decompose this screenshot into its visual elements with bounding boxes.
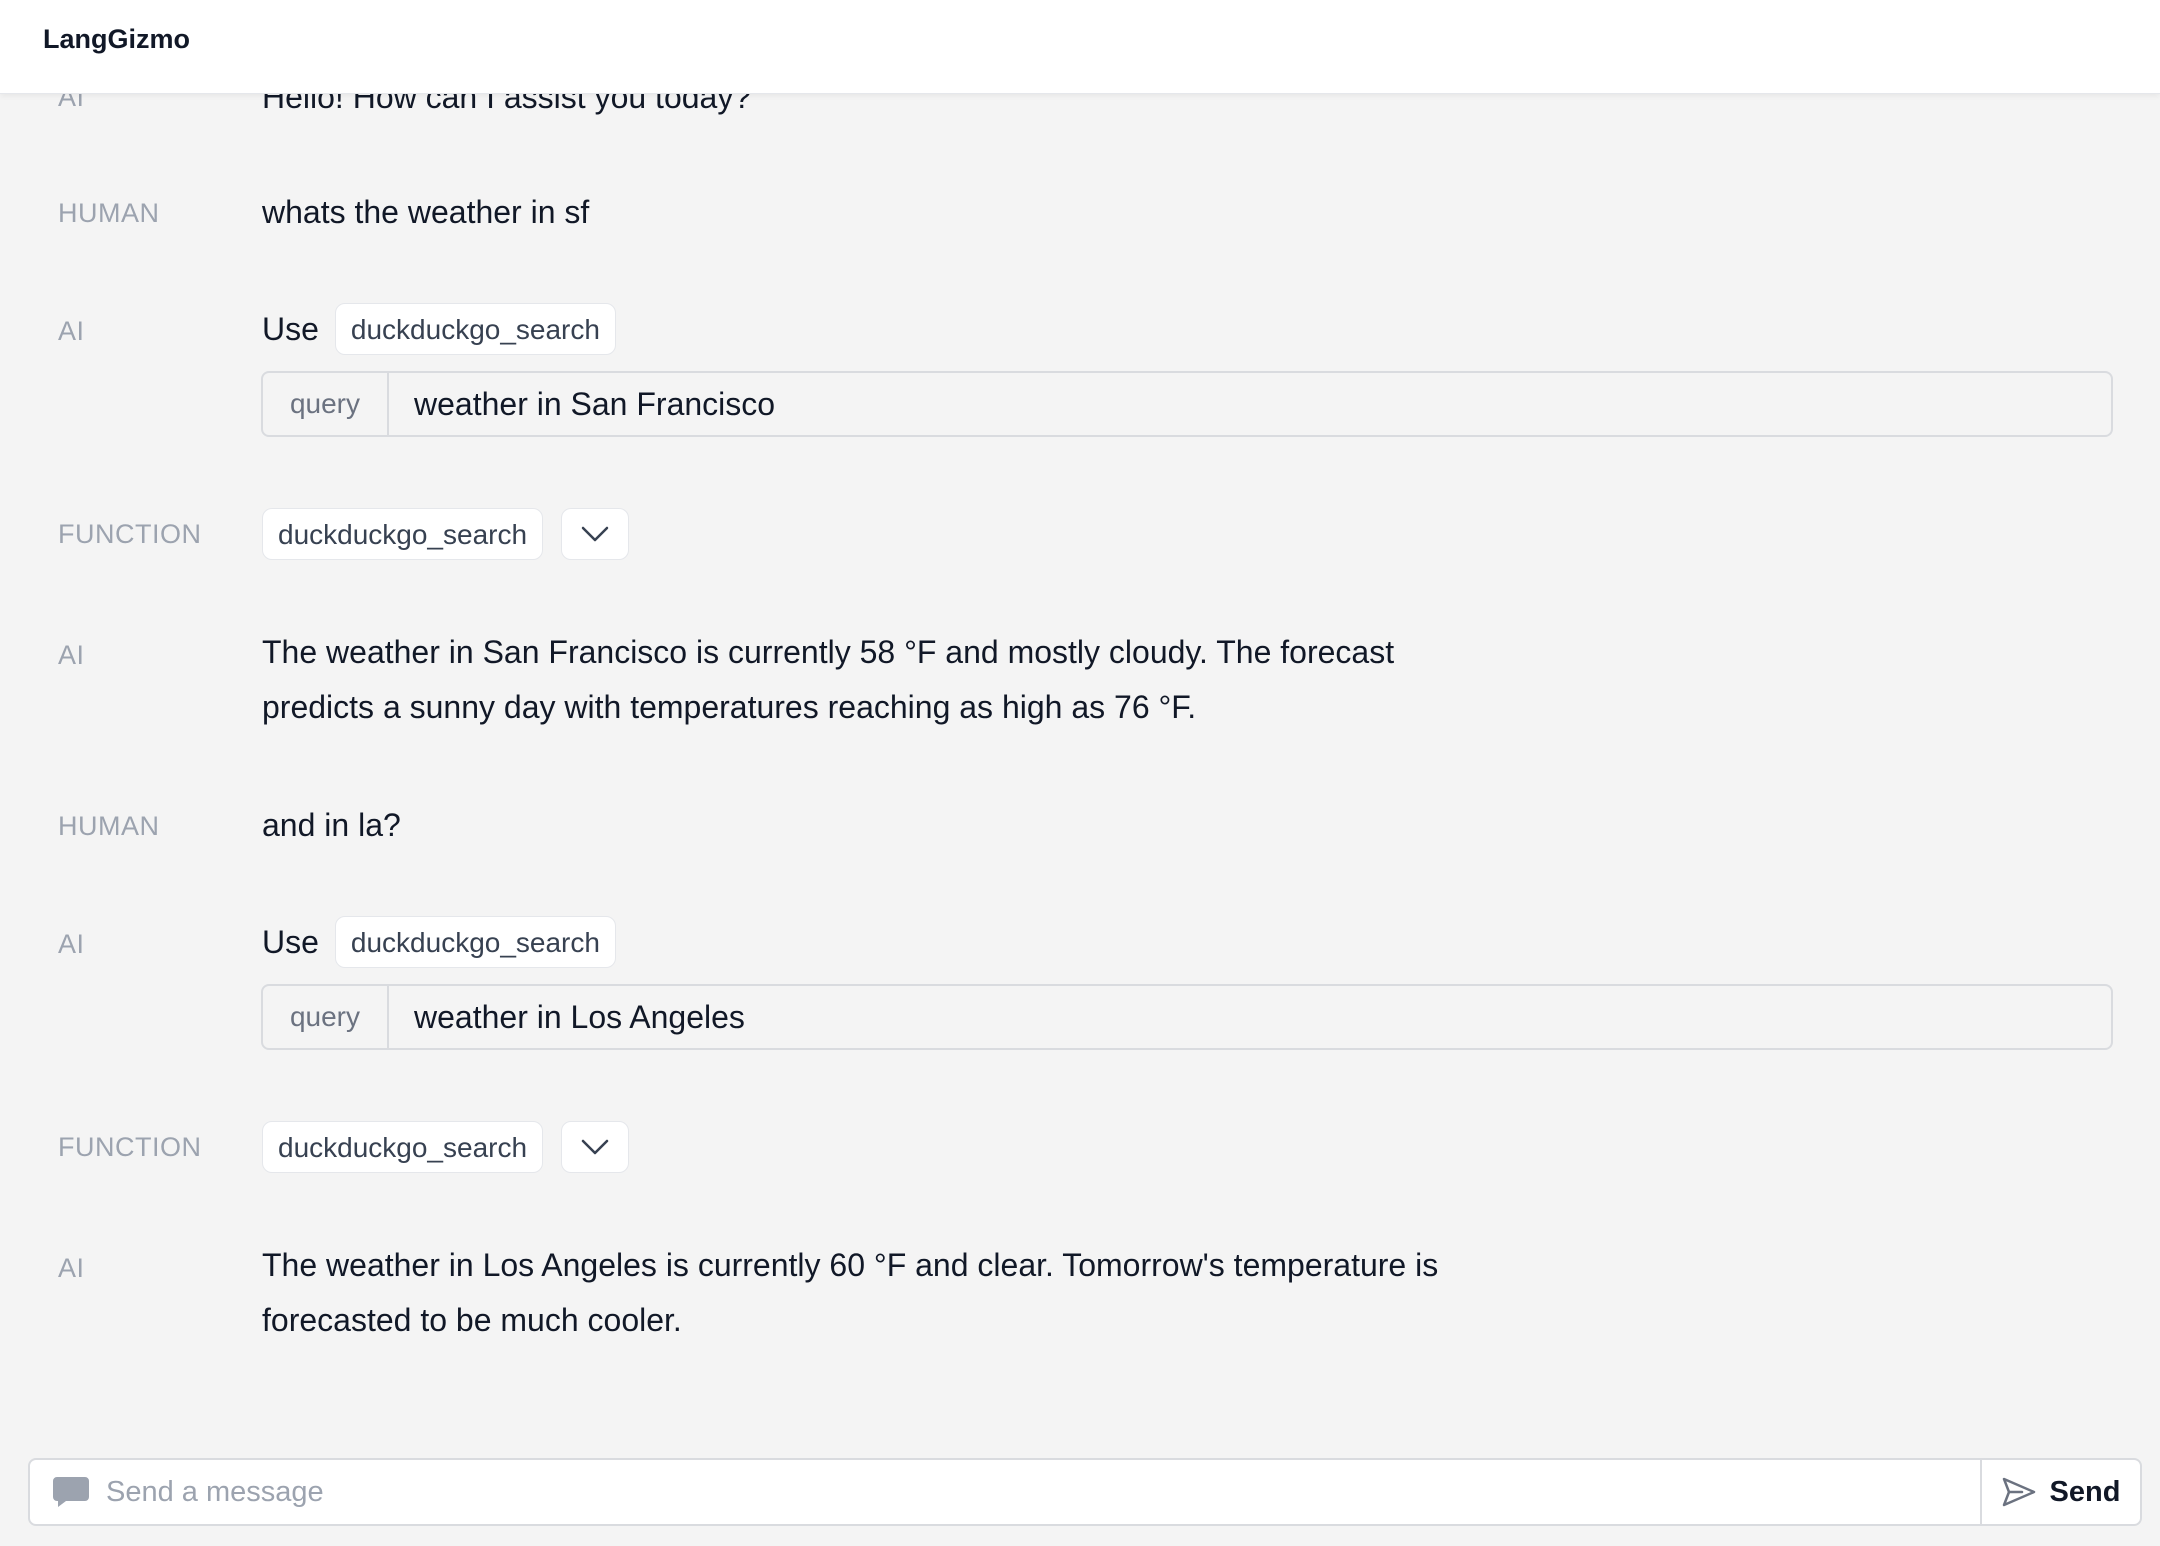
arg-key: query — [263, 986, 389, 1048]
send-icon — [2002, 1477, 2035, 1507]
arg-key: query — [263, 373, 389, 435]
function-name-chip: duckduckgo_search — [262, 508, 544, 560]
function-row: duckduckgo_search — [262, 506, 630, 562]
app-title: LangGizmo — [43, 24, 190, 54]
use-label: Use — [262, 310, 319, 347]
role-label: AI — [58, 929, 85, 959]
role-label: FUNCTION — [58, 519, 202, 549]
message-text: The weather in Los Angeles is currently … — [262, 1238, 1438, 1348]
tool-args: query weather in Los Angeles — [261, 984, 2113, 1050]
function-row: duckduckgo_search — [262, 1119, 630, 1175]
message-line: predicts a sunny day with temperatures r… — [262, 689, 1197, 725]
role-label: AI — [58, 1253, 85, 1283]
expand-function-button[interactable] — [561, 508, 630, 560]
arg-value: weather in San Francisco — [414, 385, 776, 422]
role-label: AI — [58, 316, 85, 346]
tool-use-row: Use duckduckgo_search — [262, 915, 616, 969]
tool-name-chip: duckduckgo_search — [334, 303, 616, 355]
role-label: HUMAN — [58, 198, 160, 228]
tool-args: query weather in San Francisco — [261, 371, 2113, 437]
chevron-down-icon — [581, 1139, 609, 1155]
message-input[interactable] — [92, 1461, 1980, 1523]
send-button[interactable]: Send — [1980, 1460, 2140, 1524]
send-label: Send — [2049, 1475, 2121, 1508]
tool-use-row: Use duckduckgo_search — [262, 302, 616, 356]
role-label: FUNCTION — [58, 1132, 202, 1162]
message-composer: Send — [28, 1458, 2142, 1526]
message-line: The weather in Los Angeles is currently … — [262, 1247, 1439, 1283]
expand-function-button[interactable] — [561, 1121, 630, 1173]
chat-app: LangGizmo AI Hello! How can I assist you… — [0, 0, 2160, 1546]
message-line: forecasted to be much cooler. — [262, 1302, 682, 1338]
app-header: LangGizmo — [0, 0, 2160, 94]
chevron-down-icon — [581, 526, 609, 542]
function-name-chip: duckduckgo_search — [262, 1121, 544, 1173]
use-label: Use — [262, 923, 319, 960]
role-label: AI — [58, 640, 85, 670]
message-list: AI Hello! How can I assist you today? HU… — [0, 0, 2160, 1440]
message-line: The weather in San Francisco is currentl… — [262, 634, 1395, 670]
arg-value: weather in Los Angeles — [414, 998, 745, 1035]
message-text: whats the weather in sf — [262, 194, 590, 230]
message-text: and in la? — [262, 807, 401, 843]
role-label: HUMAN — [58, 811, 160, 841]
chat-bubble-icon — [52, 1474, 92, 1510]
message-text: The weather in San Francisco is currentl… — [262, 625, 1394, 735]
tool-name-chip: duckduckgo_search — [334, 916, 616, 968]
